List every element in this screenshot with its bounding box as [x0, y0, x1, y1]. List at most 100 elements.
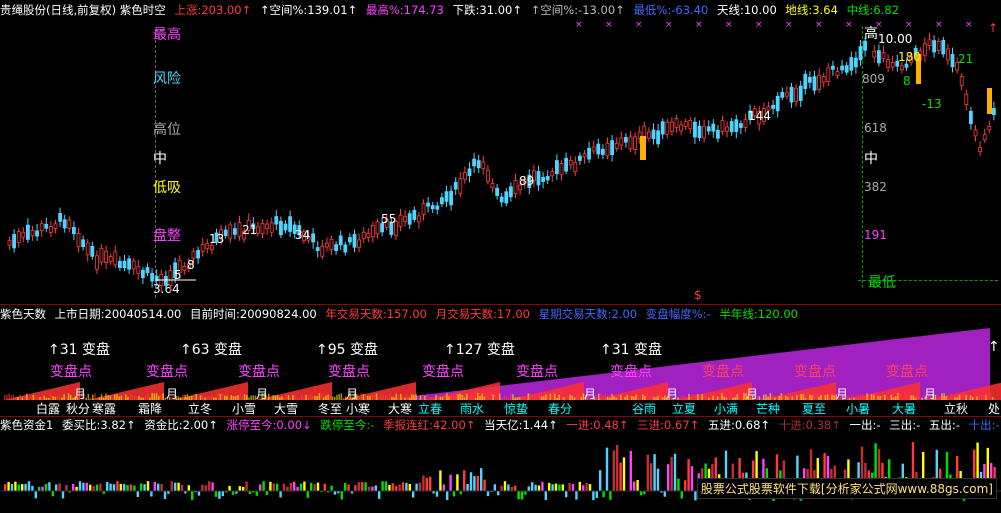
candle-body: [536, 171, 541, 186]
fund-bar-negative: [136, 491, 139, 497]
candle-body: [591, 146, 596, 152]
purple-days-panel[interactable]: ↑31 变盘 ↑63 变盘 ↑95 变盘 ↑127 变盘 ↑31 变盘 ↑ 变盘…: [0, 322, 1001, 418]
candle-body: [44, 223, 49, 229]
candle-body: [329, 238, 334, 250]
fund-bar: [534, 484, 537, 491]
fund-bar: [323, 483, 326, 491]
out-1: 一出:-: [849, 418, 881, 432]
candle-body: [361, 231, 366, 239]
top-x-marker: ×: [845, 20, 853, 30]
solar-term: 冬至: [318, 402, 343, 416]
candle-body: [555, 160, 559, 175]
purple-fund-panel[interactable]: [0, 433, 1001, 513]
candle-body: [651, 129, 656, 140]
candle-body: [734, 119, 739, 132]
candle-body: [191, 250, 196, 259]
fund-bar: [541, 481, 544, 491]
candlestick-chart: × × × × × × × × × × × × × ×: [7, 20, 996, 293]
top-x-marker: ×: [635, 20, 643, 30]
fib-number: 89: [519, 174, 535, 188]
candle-body: [941, 39, 946, 55]
days-tick: [8, 393, 10, 400]
fund-bar: [276, 483, 279, 491]
solar-term: 谷雨: [632, 402, 657, 416]
candle-body: [352, 234, 357, 248]
fund-bar: [500, 485, 503, 491]
top-x-marker: ×: [905, 20, 913, 30]
days-tick: [529, 393, 532, 400]
fund-bar: [588, 484, 592, 491]
solar-term: 寒露: [92, 402, 117, 416]
candle-body: [288, 216, 293, 232]
candle-body: [923, 43, 927, 56]
top-x-marker: ×: [815, 20, 823, 30]
solar-term: 霜降: [138, 402, 163, 416]
out-3: 三出:-: [889, 418, 921, 432]
candle-body: [99, 247, 104, 263]
candle-body: [435, 205, 440, 210]
fund-bar: [201, 484, 204, 491]
days-tick: [897, 393, 899, 400]
fund-bar: [422, 475, 425, 491]
fund-bar: [272, 483, 275, 491]
main-candle-panel[interactable]: 最高 风险 高位 中 低吸 盘整 3.64 高 10.00 809 618 中 …: [0, 18, 1001, 304]
candle-body: [334, 244, 339, 252]
fund-bar: [282, 483, 286, 491]
candle-body: [716, 129, 720, 139]
fund-bar-negative: [435, 491, 439, 497]
fund-bar: [463, 470, 466, 491]
fund-bar: [180, 484, 184, 491]
candle-body: [499, 196, 504, 203]
fund-bar: [153, 481, 156, 491]
fund-bar: [289, 482, 292, 491]
days-tick: [151, 393, 153, 400]
candle-body: [679, 124, 683, 132]
fund-bar: [548, 482, 551, 491]
days-tick: [364, 393, 367, 400]
in-1: 一进:0.48↑: [566, 418, 629, 432]
fund-bar: [503, 481, 507, 491]
candle-body: [904, 63, 909, 68]
fund-bar-negative: [378, 491, 381, 499]
top-x-marker: ×: [875, 20, 883, 30]
zoom-number: 21: [958, 52, 974, 66]
fund-bar: [571, 484, 575, 491]
fund-bar: [129, 484, 133, 491]
solar-term: 大寒: [388, 402, 413, 416]
fund-bar: [670, 456, 673, 491]
fund-bar: [170, 481, 173, 491]
fund-bar: [371, 486, 374, 491]
fund-bar: [296, 486, 299, 491]
change-label: ↑31 变盘: [48, 342, 110, 358]
fund-bar: [85, 482, 88, 491]
days-tick: [807, 393, 809, 400]
candle-body: [670, 121, 674, 132]
candle-body: [729, 121, 734, 133]
fund-bar: [24, 483, 27, 491]
change-point: 变盘点: [146, 364, 188, 380]
candle-body: [936, 41, 941, 51]
candle-body: [95, 255, 99, 270]
fund-bar-negative: [595, 491, 598, 499]
candle-body: [347, 237, 352, 243]
days-tick: [221, 393, 224, 400]
days-tick: [866, 393, 868, 400]
candle-body: [881, 52, 886, 60]
change-label: ↑: [988, 339, 1000, 355]
purple-fund-header: 紫色资金1 委买比:3.82↑ 资金比:2.00↑ 涨停至今:0.00↓ 跌停至…: [0, 417, 1001, 433]
candle-body: [863, 40, 867, 51]
watermark-banner[interactable]: 股票公式股票软件下载[分析家公式网www.88gs.com]: [696, 478, 997, 499]
fund-bar-negative: [255, 491, 258, 496]
candle-body: [490, 183, 495, 189]
fund-bar: [667, 464, 670, 491]
candle-body: [982, 134, 987, 141]
fund-bar: [65, 485, 68, 491]
fund-bar: [211, 482, 214, 491]
fund-bar-negative: [61, 491, 65, 499]
fund-bar: [415, 483, 418, 491]
fund-bar: [408, 483, 411, 491]
fund-bar: [531, 482, 534, 491]
fund-bar-negative: [575, 491, 578, 500]
days-tick: [477, 393, 479, 400]
fund-bar: [126, 485, 129, 491]
